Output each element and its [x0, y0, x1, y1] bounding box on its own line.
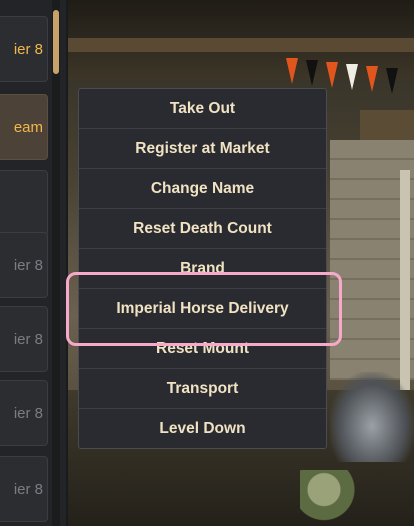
- horse-slot-name-label: eam: [13, 119, 43, 136]
- scrollbar-thumb[interactable]: [53, 10, 59, 74]
- horse-list-panel: ier 8 eam ier 8 ier 8 ier 8 ier 8: [0, 0, 68, 526]
- plant-decoration: [330, 372, 414, 462]
- highlight-outline: [66, 272, 342, 346]
- horse-slot[interactable]: ier 8: [0, 380, 48, 446]
- menu-item-transport[interactable]: Transport: [79, 369, 326, 409]
- horse-list-scrollbar[interactable]: [52, 0, 60, 526]
- horse-slot[interactable]: ier 8: [0, 456, 48, 522]
- horse-slot-tier-label: ier 8: [13, 257, 43, 274]
- menu-item-register-at-market[interactable]: Register at Market: [79, 129, 326, 169]
- menu-item-take-out[interactable]: Take Out: [79, 89, 326, 129]
- horse-slot[interactable]: ier 8: [0, 306, 48, 372]
- horse-slot-tier-label: ier 8: [13, 481, 43, 498]
- horse-slot-tier-label: ier 8: [13, 331, 43, 348]
- bunting-flag: [386, 68, 398, 94]
- npc-figure: [300, 470, 360, 526]
- horse-context-menu: Take Out Register at Market Change Name …: [78, 88, 327, 449]
- horse-slot-selected[interactable]: eam: [0, 94, 48, 160]
- menu-item-change-name[interactable]: Change Name: [79, 169, 326, 209]
- roof-beam: [60, 38, 414, 52]
- horse-slot[interactable]: ier 8: [0, 16, 48, 82]
- horse-slot[interactable]: [0, 170, 48, 236]
- horse-slot-tier-label: ier 8: [13, 41, 43, 58]
- horse-slot-tier-label: ier 8: [13, 405, 43, 422]
- menu-item-reset-death-count[interactable]: Reset Death Count: [79, 209, 326, 249]
- menu-item-level-down[interactable]: Level Down: [79, 409, 326, 449]
- horse-slot[interactable]: ier 8: [0, 232, 48, 298]
